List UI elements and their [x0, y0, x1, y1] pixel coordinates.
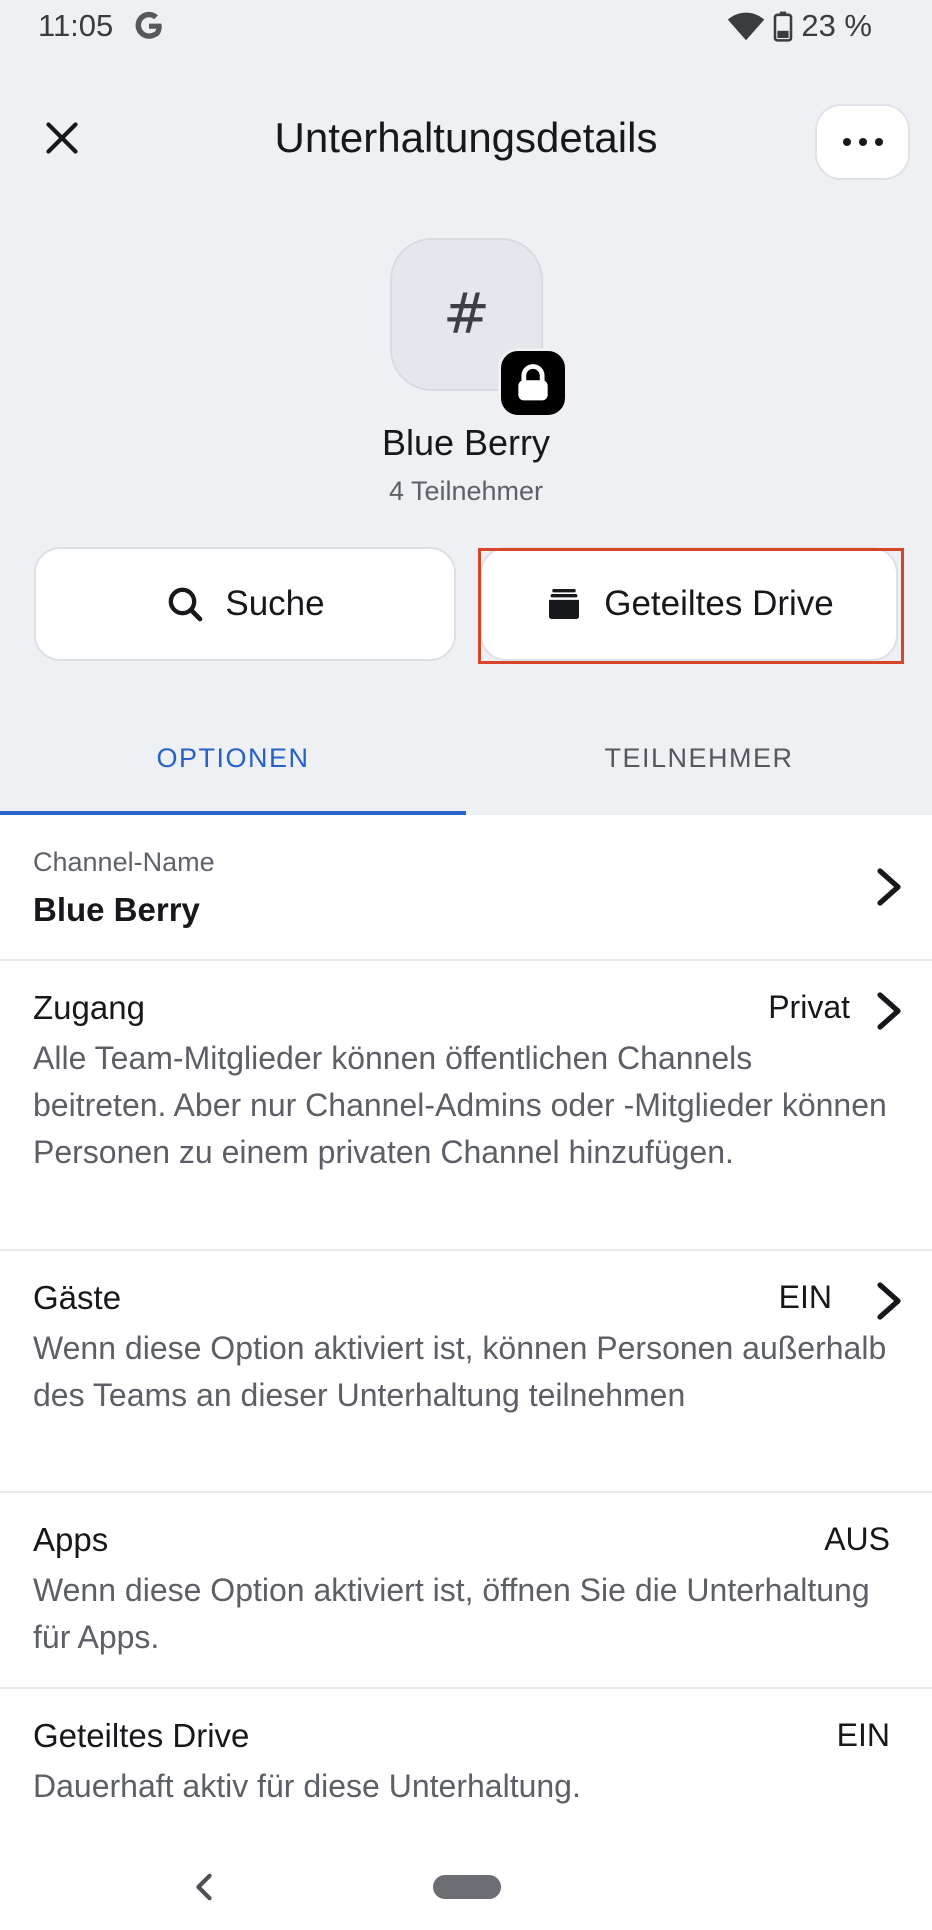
hash-icon: # [443, 282, 490, 347]
chevron-right-icon [877, 1282, 901, 1320]
apps-title: Apps [33, 1521, 109, 1558]
guests-title: Gäste [33, 1279, 122, 1316]
guests-row[interactable]: Gäste EIN Wenn diese Option aktiviert is… [0, 1251, 932, 1493]
more-dot [874, 138, 883, 146]
status-bar: 11:05 23 % [0, 0, 932, 56]
wifi-icon [728, 12, 765, 41]
apps-row[interactable]: Apps AUS Wenn diese Option aktiviert ist… [0, 1493, 932, 1689]
shared-drive-description: Dauerhaft aktiv für diese Unterhaltung. [33, 1768, 581, 1804]
tab-members[interactable]: TEILNEHMER [466, 700, 932, 816]
options-list: Channel-Name Blue Berry Zugang Privat Al… [0, 815, 932, 1835]
home-handle[interactable] [433, 1875, 501, 1899]
access-title: Zugang [33, 989, 145, 1026]
battery-level: 23 % [801, 8, 872, 43]
channel-name: Blue Berry [381, 422, 551, 463]
more-options-button[interactable] [815, 104, 910, 180]
google-icon [135, 11, 162, 39]
access-description: Alle Team-Mitglieder können öffentlichen… [33, 1040, 887, 1170]
highlight-outline [478, 548, 904, 664]
guests-description: Wenn diese Option aktiviert ist, können … [33, 1330, 887, 1413]
channel-name-value: Blue Berry [33, 891, 200, 928]
search-icon [169, 587, 203, 622]
lock-glyph [518, 364, 548, 401]
search-button[interactable]: Suche [34, 547, 456, 661]
shared-drive-row[interactable]: Geteiltes Drive EIN Dauerhaft aktiv für … [0, 1689, 932, 1835]
chevron-right-icon [877, 992, 901, 1030]
lock-icon [498, 348, 568, 418]
channel-name-label: Channel-Name [33, 847, 215, 877]
status-time: 11:05 [38, 8, 114, 43]
conversation-details-screen: 11:05 23 % Unterhaltungsdetails # Blue B… [0, 0, 932, 1930]
back-icon[interactable] [190, 1872, 218, 1902]
shared-drive-value: EIN [836, 1717, 890, 1753]
member-count: 4 Teilnehmer [388, 476, 544, 506]
apps-value: AUS [824, 1521, 890, 1557]
channel-name-row[interactable]: Channel-Name Blue Berry [0, 815, 932, 961]
system-nav-bar [0, 1835, 932, 1930]
apps-description: Wenn diese Option aktiviert ist, öffnen … [33, 1572, 870, 1655]
more-horizontal-icon [842, 138, 851, 146]
guests-value: EIN [778, 1279, 832, 1315]
more-dot [858, 138, 867, 146]
access-value: Privat [768, 989, 850, 1025]
tab-options[interactable]: OPTIONEN [0, 700, 466, 816]
chevron-right-icon [877, 868, 901, 906]
tab-bar: OPTIONEN TEILNEHMER [0, 700, 932, 816]
status-icons: 23 % [727, 8, 872, 44]
search-button-label: Suche [225, 584, 325, 623]
battery-icon [774, 11, 793, 42]
shared-drive-title: Geteiltes Drive [33, 1717, 250, 1754]
page-title: Unterhaltungsdetails [274, 114, 658, 161]
access-row[interactable]: Zugang Privat Alle Team-Mitglieder könne… [0, 961, 932, 1251]
